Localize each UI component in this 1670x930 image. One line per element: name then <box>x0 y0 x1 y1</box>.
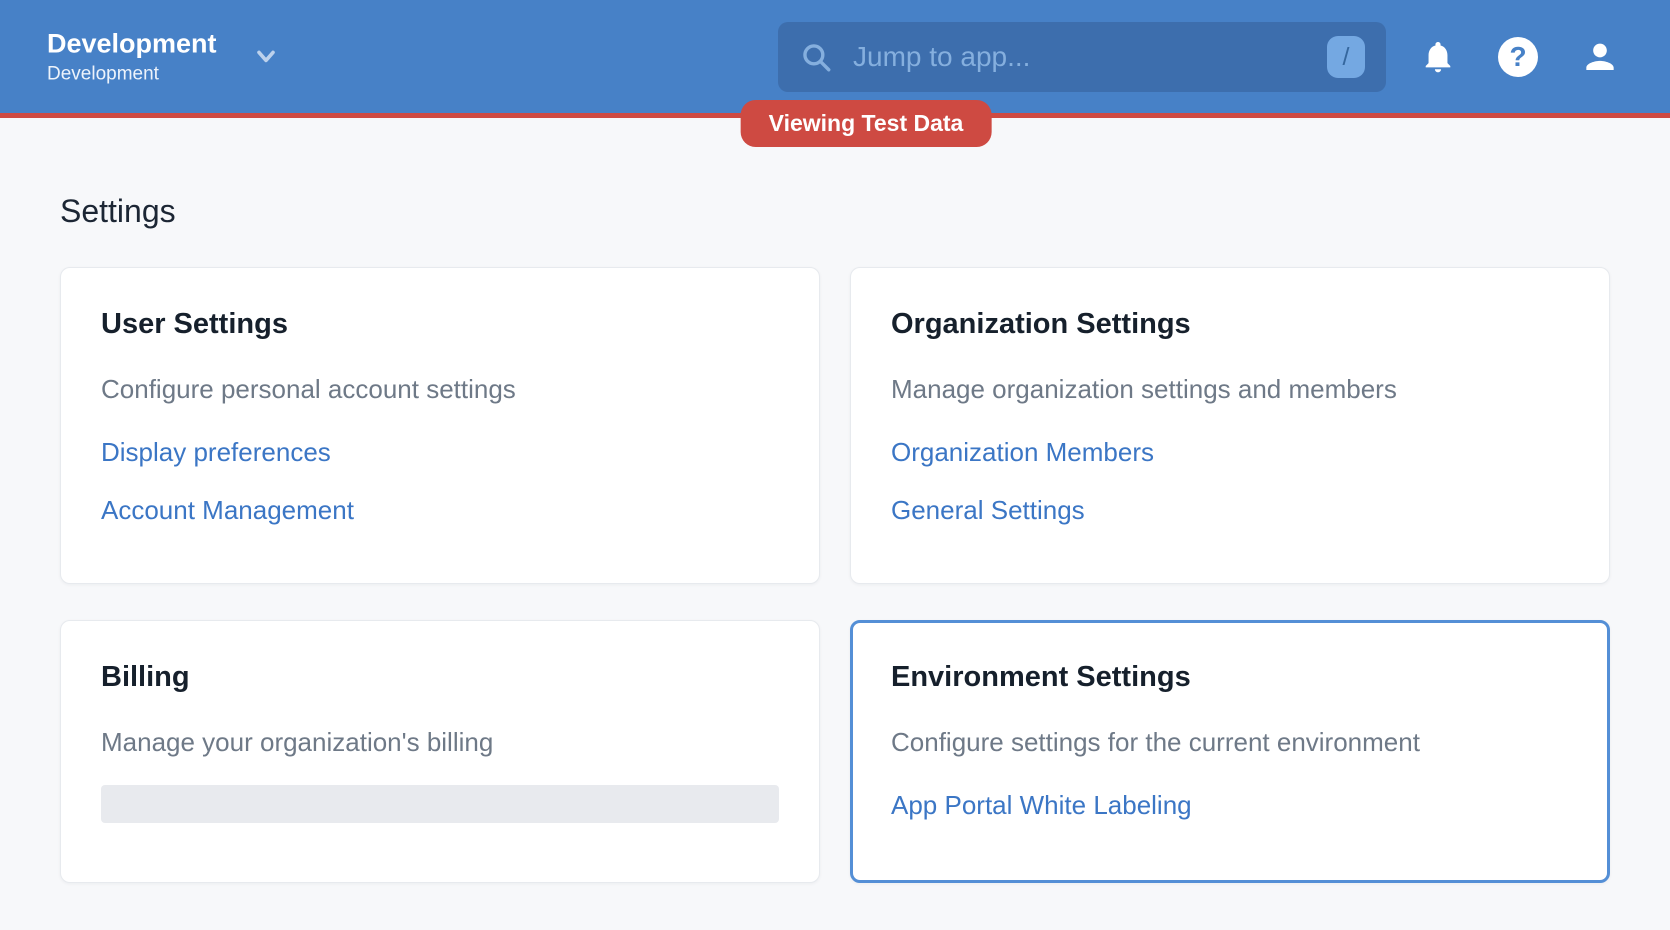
link-display-preferences[interactable]: Display preferences <box>101 424 331 482</box>
card-title: Organization Settings <box>891 306 1569 342</box>
card-organization-settings: Organization Settings Manage organizatio… <box>850 267 1610 584</box>
user-menu-button[interactable] <box>1580 37 1620 77</box>
user-icon <box>1580 37 1620 77</box>
card-user-settings: User Settings Configure personal account… <box>60 267 820 584</box>
top-header: Development Development Jump to app... / <box>0 0 1670 113</box>
notifications-button[interactable] <box>1420 39 1456 75</box>
test-data-badge[interactable]: Viewing Test Data <box>741 100 992 147</box>
help-icon: ? <box>1498 37 1538 77</box>
page-title: Settings <box>60 192 1610 230</box>
environment-labels: Development Development <box>47 27 217 86</box>
card-description: Manage your organization's billing <box>101 726 779 760</box>
card-title: Environment Settings <box>891 659 1569 695</box>
link-general-settings[interactable]: General Settings <box>891 482 1085 540</box>
billing-loading-skeleton <box>101 785 779 823</box>
link-account-management[interactable]: Account Management <box>101 482 354 540</box>
environment-switcher[interactable]: Development Development <box>47 27 281 86</box>
environment-subtitle: Development <box>47 63 217 86</box>
link-organization-members[interactable]: Organization Members <box>891 424 1154 482</box>
link-app-portal-white-labeling[interactable]: App Portal White Labeling <box>891 777 1192 835</box>
chevron-down-icon <box>251 42 281 72</box>
card-environment-settings: Environment Settings Configure settings … <box>850 620 1610 883</box>
bell-icon <box>1420 39 1456 75</box>
header-actions: ? <box>1420 0 1620 113</box>
environment-name: Development <box>47 27 217 59</box>
search-placeholder: Jump to app... <box>853 41 1327 73</box>
help-button[interactable]: ? <box>1498 37 1538 77</box>
card-title: Billing <box>101 659 779 695</box>
card-title: User Settings <box>101 306 779 342</box>
search-shortcut-key: / <box>1327 36 1365 78</box>
search-icon <box>799 40 833 74</box>
card-description: Manage organization settings and members <box>891 373 1569 407</box>
settings-cards-grid: User Settings Configure personal account… <box>60 267 1610 883</box>
card-description: Configure settings for the current envir… <box>891 726 1569 760</box>
settings-page: Settings User Settings Configure persona… <box>0 192 1670 883</box>
search-input[interactable]: Jump to app... / <box>778 22 1386 92</box>
card-description: Configure personal account settings <box>101 373 779 407</box>
card-billing: Billing Manage your organization's billi… <box>60 620 820 883</box>
